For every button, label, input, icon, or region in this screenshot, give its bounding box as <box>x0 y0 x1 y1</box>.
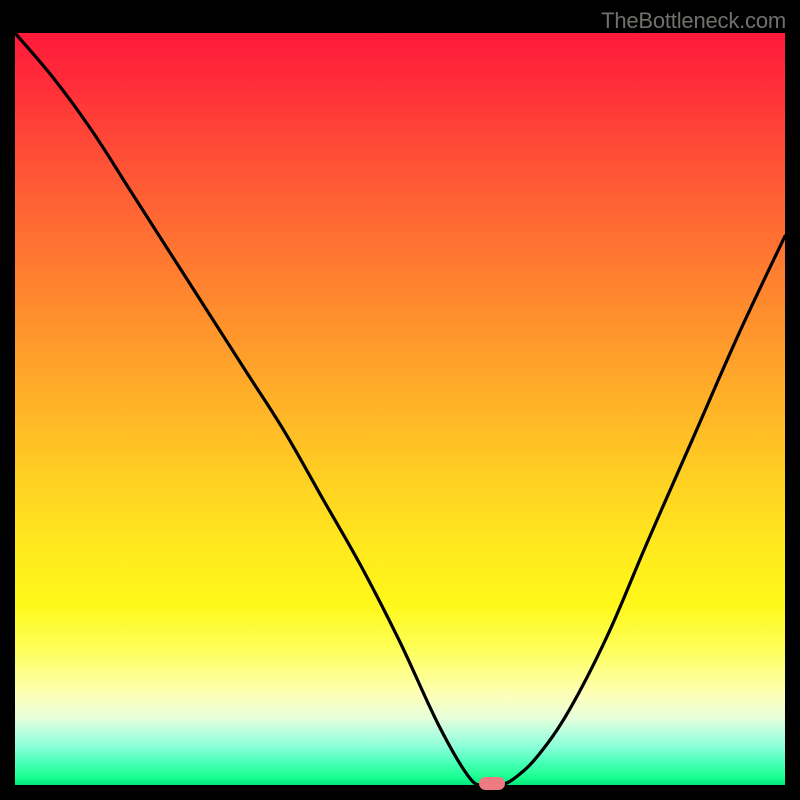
bottleneck-curve <box>15 33 785 785</box>
bottleneck-chart: TheBottleneck.com <box>0 0 800 800</box>
curve-svg <box>15 33 785 785</box>
watermark-text: TheBottleneck.com <box>601 8 786 34</box>
plot-area <box>15 33 785 785</box>
minimum-marker <box>479 777 505 790</box>
